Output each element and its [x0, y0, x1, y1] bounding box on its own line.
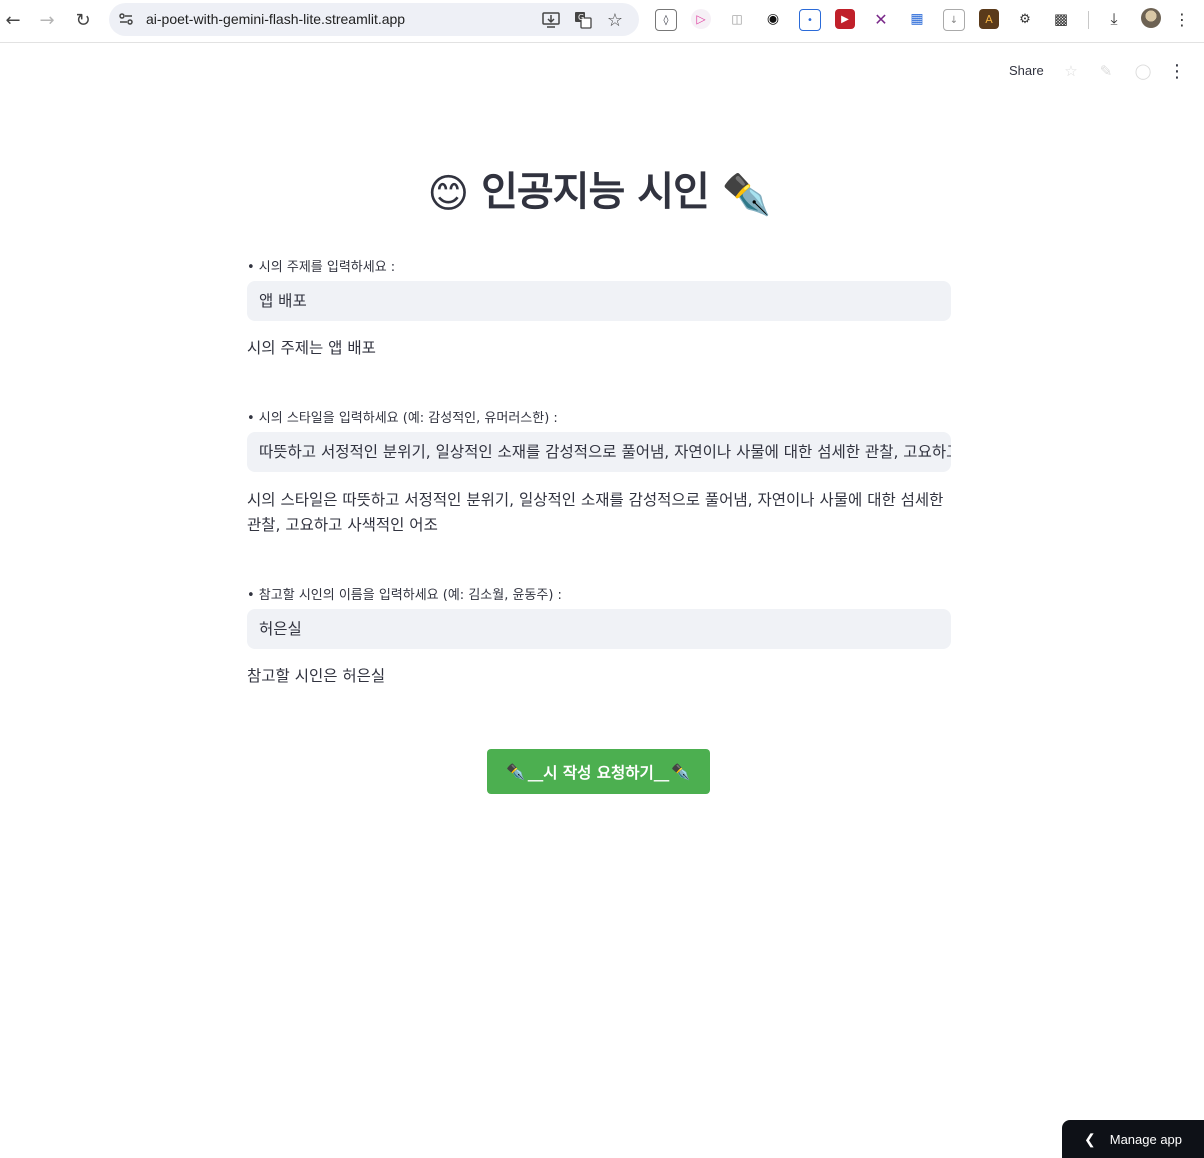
- grid-extension-icon[interactable]: ▦: [907, 9, 927, 29]
- star-icon[interactable]: ☆: [1061, 61, 1081, 81]
- reload-icon[interactable]: ↻: [70, 7, 96, 33]
- reader-extension-icon[interactable]: ◊: [655, 9, 677, 31]
- address-bar[interactable]: ai-poet-with-gemini-flash-lite.streamlit…: [109, 3, 639, 36]
- topic-input[interactable]: 앱 배포: [247, 281, 951, 321]
- page-title-text: 인공지능 시인: [481, 169, 710, 215]
- camera-extension-icon[interactable]: ◉: [763, 9, 783, 29]
- site-info-icon[interactable]: [118, 11, 134, 27]
- download-extension-icon[interactable]: ↓: [943, 9, 965, 31]
- split-view-extension-icon[interactable]: ◫: [727, 9, 747, 29]
- x-extension-icon[interactable]: ✕: [871, 9, 891, 29]
- profile-avatar[interactable]: [1141, 8, 1161, 28]
- smiley-emoji-icon: 😊: [427, 171, 469, 217]
- share-button[interactable]: Share: [1009, 63, 1044, 78]
- toolbar-divider: [1088, 11, 1089, 29]
- back-icon[interactable]: ←: [0, 7, 26, 33]
- tools-extension-icon[interactable]: ⚙: [1015, 9, 1035, 29]
- forward-extension-icon[interactable]: ▶: [835, 9, 855, 29]
- doc-extension-icon[interactable]: •: [799, 9, 821, 31]
- style-label: • 시의 스타일을 입력하세요 (예: 감성적인, 유머러스한) :: [247, 411, 558, 426]
- chevron-left-icon: ❮: [1084, 1130, 1096, 1147]
- page-title: 😊 인공지능 시인 ✒️: [247, 159, 951, 218]
- submit-poem-label: __시 작성 요청하기__: [527, 763, 670, 782]
- translate-icon[interactable]: G: [573, 10, 593, 30]
- manage-app-label: Manage app: [1109, 1131, 1183, 1147]
- style-input[interactable]: 따뜻하고 서정적인 분위기, 일상적인 소재를 감성적으로 풀어냄, 자연이나 …: [247, 432, 951, 472]
- edit-icon[interactable]: ✎: [1096, 61, 1116, 81]
- topic-echo: 시의 주제는 앱 배포: [247, 339, 376, 357]
- browser-toolbar: ← → ↻ ai-poet-with-gemini-flash-lite.str…: [0, 0, 1204, 43]
- play-extension-icon[interactable]: ▷: [691, 9, 711, 29]
- downloads-icon[interactable]: ⤓: [1104, 9, 1124, 29]
- bookmark-star-icon[interactable]: ☆: [605, 10, 625, 31]
- style-echo: 시의 스타일은 따뜻하고 서정적인 분위기, 일상적인 소재를 감성적으로 풀어…: [247, 491, 944, 534]
- svg-text:G: G: [578, 13, 584, 22]
- pen-nib-icon: ✒️: [506, 762, 526, 781]
- forward-icon[interactable]: →: [34, 7, 60, 33]
- url-text[interactable]: ai-poet-with-gemini-flash-lite.streamlit…: [146, 11, 405, 27]
- submit-poem-button[interactable]: ✒️ __시 작성 요청하기__ ✒️: [487, 749, 710, 794]
- app-header: Share ☆ ✎ ◯ ⋮: [0, 43, 1204, 101]
- manage-app-button[interactable]: ❮ Manage app: [1062, 1120, 1204, 1158]
- extensions-icon[interactable]: ▩: [1051, 9, 1071, 29]
- menu-icon[interactable]: ⋮: [1174, 9, 1190, 29]
- pen-nib-icon: ✒️: [671, 762, 691, 781]
- install-app-icon[interactable]: [541, 10, 561, 30]
- poet-input[interactable]: 허은실: [247, 609, 951, 649]
- poet-echo: 참고할 시인은 허은실: [247, 667, 386, 685]
- topic-label: • 시의 주제를 입력하세요 :: [247, 260, 396, 275]
- pen-nib-emoji-icon: ✒️: [721, 171, 772, 218]
- a-extension-icon[interactable]: A: [979, 9, 999, 29]
- poet-label: • 참고할 시인의 이름을 입력하세요 (예: 김소월, 윤동주) :: [247, 588, 562, 603]
- more-options-icon[interactable]: ⋮: [1167, 61, 1187, 82]
- github-icon[interactable]: ◯: [1133, 61, 1153, 81]
